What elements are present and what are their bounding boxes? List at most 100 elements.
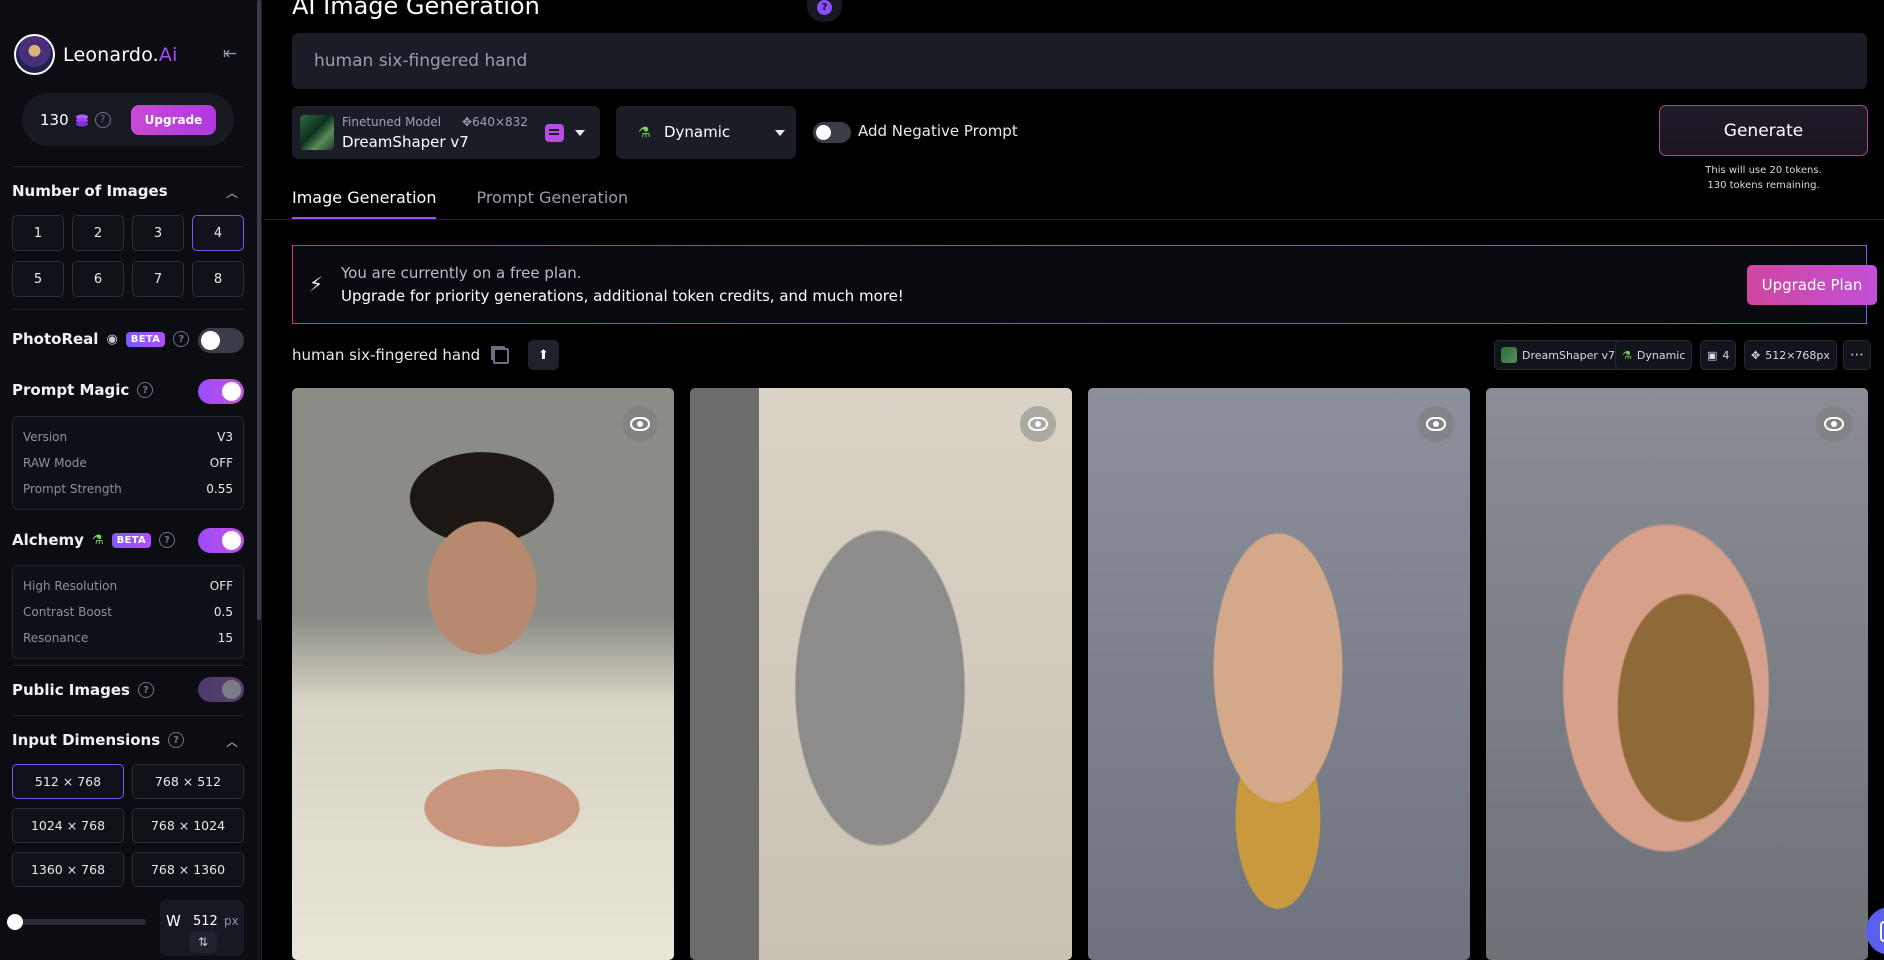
style-selector[interactable]: ⚗ Dynamic	[616, 106, 796, 159]
token-coins-icon	[75, 114, 88, 126]
negative-prompt-label[interactable]: Add Negative Prompt	[858, 122, 1018, 140]
num-images-7[interactable]: 7	[132, 261, 184, 297]
swap-dimensions-icon[interactable]: ⇅	[189, 931, 217, 953]
chip-count[interactable]: ▣ 4	[1700, 340, 1737, 370]
chevron-up-icon[interactable]: ︿	[226, 733, 238, 750]
public-images-title: Public Images ?	[12, 681, 154, 699]
generated-image-1[interactable]	[292, 388, 674, 960]
number-of-images-title[interactable]: Number of Images	[12, 182, 168, 200]
page-title: AI Image Generation	[292, 0, 540, 20]
beta-badge: BETA	[125, 331, 166, 347]
model-selector[interactable]: Finetuned Model ✥640×832 DreamShaper v7	[292, 106, 600, 159]
prompt-magic-settings[interactable]: Version V3 RAW Mode OFF Prompt Strength 0.5…	[12, 416, 244, 510]
sidebar: Leonardo.Ai ⇤ 130 ? Upgrade Number of Im…	[0, 0, 262, 960]
main-content: AI Image Generation ? human six-fingered…	[263, 0, 1884, 960]
brand-name: Leonardo.Ai	[63, 43, 178, 66]
prompt-magic-toggle[interactable]	[198, 379, 244, 404]
dim-512x768[interactable]: 512 × 768	[12, 764, 124, 799]
width-slider[interactable]	[7, 914, 146, 930]
alchemy-title: Alchemy ⚗ BETA ?	[12, 531, 175, 549]
generated-image-3[interactable]	[1088, 388, 1470, 960]
negative-prompt-toggle[interactable]	[813, 122, 851, 143]
brand[interactable]: Leonardo.Ai	[14, 34, 178, 75]
generated-image-2[interactable]	[690, 388, 1072, 960]
num-images-8[interactable]: 8	[192, 261, 244, 297]
photoreal-title: PhotoReal ◉ BETA ?	[12, 330, 190, 348]
number-of-images-options: 1 2 3 4 5 6 7 8	[12, 215, 244, 297]
num-images-5[interactable]: 5	[12, 261, 64, 297]
dim-768x1360[interactable]: 768 × 1360	[132, 852, 244, 887]
tab-image-generation[interactable]: Image Generation	[292, 188, 437, 219]
prompt-magic-title: Prompt Magic ?	[12, 381, 154, 399]
chevron-down-icon[interactable]	[575, 130, 585, 136]
dim-1360x768[interactable]: 1360 × 768	[12, 852, 124, 887]
alchemy-settings[interactable]: High Resolution OFF Contrast Boost 0.5 Res…	[12, 565, 244, 659]
eye-icon[interactable]	[1418, 406, 1454, 442]
copy-icon[interactable]	[490, 345, 512, 367]
num-images-1[interactable]: 1	[12, 215, 64, 251]
setting-version: Version V3	[23, 430, 233, 444]
eye-icon[interactable]	[1816, 406, 1852, 442]
alchemy-toggle[interactable]	[198, 528, 244, 553]
sidebar-scrollbar[interactable]	[257, 0, 261, 960]
upgrade-plan-button[interactable]: Upgrade Plan	[1747, 265, 1877, 305]
dimension-options: 512 × 768 768 × 512 1024 × 768 768 × 102…	[12, 764, 244, 887]
model-name: DreamShaper v7	[342, 133, 469, 151]
tab-prompt-generation[interactable]: Prompt Generation	[476, 188, 628, 219]
more-options-icon[interactable]: ⋯	[1843, 340, 1871, 370]
token-balance: 130 ? Upgrade	[22, 93, 234, 146]
banner-line2: Upgrade for priority generations, additi…	[341, 287, 904, 305]
num-images-3[interactable]: 3	[132, 215, 184, 251]
beta-badge: BETA	[111, 532, 151, 548]
public-images-help-icon[interactable]: ?	[137, 682, 154, 698]
width-unit: px	[224, 914, 239, 928]
setting-resonance: Resonance 15	[23, 631, 233, 645]
title-help-button[interactable]: ?	[807, 0, 842, 22]
collapse-sidebar-icon[interactable]: ⇤	[218, 44, 242, 64]
prompt-magic-help-icon[interactable]: ?	[137, 382, 154, 398]
potion-icon: ⚗	[638, 125, 651, 141]
input-dimensions-title[interactable]: Input Dimensions ?	[12, 731, 185, 749]
reuse-prompt-icon[interactable]: ⬆	[528, 340, 559, 370]
model-kind: Finetuned Model	[342, 115, 442, 129]
model-details-icon[interactable]	[545, 124, 564, 142]
dim-768x512[interactable]: 768 × 512	[132, 764, 244, 799]
num-images-4[interactable]: 4	[192, 215, 244, 251]
tabs: Image Generation Prompt Generation	[292, 188, 628, 219]
upgrade-button[interactable]: Upgrade	[130, 104, 217, 135]
model-thumbnail	[1501, 347, 1517, 363]
style-label: Dynamic	[664, 123, 731, 141]
slider-thumb[interactable]	[7, 914, 23, 930]
num-images-2[interactable]: 2	[72, 215, 124, 251]
banner-line1: You are currently on a free plan.	[341, 264, 582, 282]
model-dimensions: ✥640×832	[462, 115, 528, 129]
chip-size[interactable]: ✥ 512×768px	[1744, 340, 1837, 370]
prompt-input[interactable]: human six-fingered hand	[292, 33, 1867, 89]
eye-icon[interactable]	[1020, 406, 1056, 442]
chevron-up-icon[interactable]: ︿	[226, 184, 238, 201]
free-plan-banner: ⚡ You are currently on a free plan. Upgr…	[292, 245, 1877, 324]
width-value[interactable]: 512	[193, 914, 218, 929]
input-dimensions-help-icon[interactable]: ?	[168, 732, 185, 748]
chip-model[interactable]: DreamShaper v7	[1494, 340, 1622, 370]
alchemy-help-icon[interactable]: ?	[159, 532, 175, 548]
user-avatar[interactable]	[14, 34, 55, 75]
chip-style[interactable]: ⚗ Dynamic	[1615, 340, 1693, 370]
setting-raw-mode: RAW Mode OFF	[23, 456, 233, 470]
public-images-toggle[interactable]	[198, 677, 244, 702]
generated-image-4[interactable]	[1486, 388, 1868, 960]
tokens-help-icon[interactable]: ?	[94, 111, 111, 128]
potion-icon: ⚗	[91, 532, 104, 548]
setting-prompt-strength: Prompt Strength 0.55	[23, 482, 233, 496]
num-images-6[interactable]: 6	[72, 261, 124, 297]
camera-icon: ◉	[106, 331, 118, 347]
chevron-down-icon[interactable]	[775, 130, 785, 136]
generate-button[interactable]: Generate	[1659, 105, 1868, 156]
lightning-icon: ⚡	[309, 272, 324, 296]
photoreal-toggle[interactable]	[198, 328, 244, 353]
eye-icon[interactable]	[622, 406, 658, 442]
dim-768x1024[interactable]: 768 × 1024	[132, 808, 244, 843]
generate-token-note: This will use 20 tokens. 130 tokens rema…	[1705, 165, 1822, 191]
photoreal-help-icon[interactable]: ?	[173, 331, 190, 347]
dim-1024x768[interactable]: 1024 × 768	[12, 808, 124, 843]
